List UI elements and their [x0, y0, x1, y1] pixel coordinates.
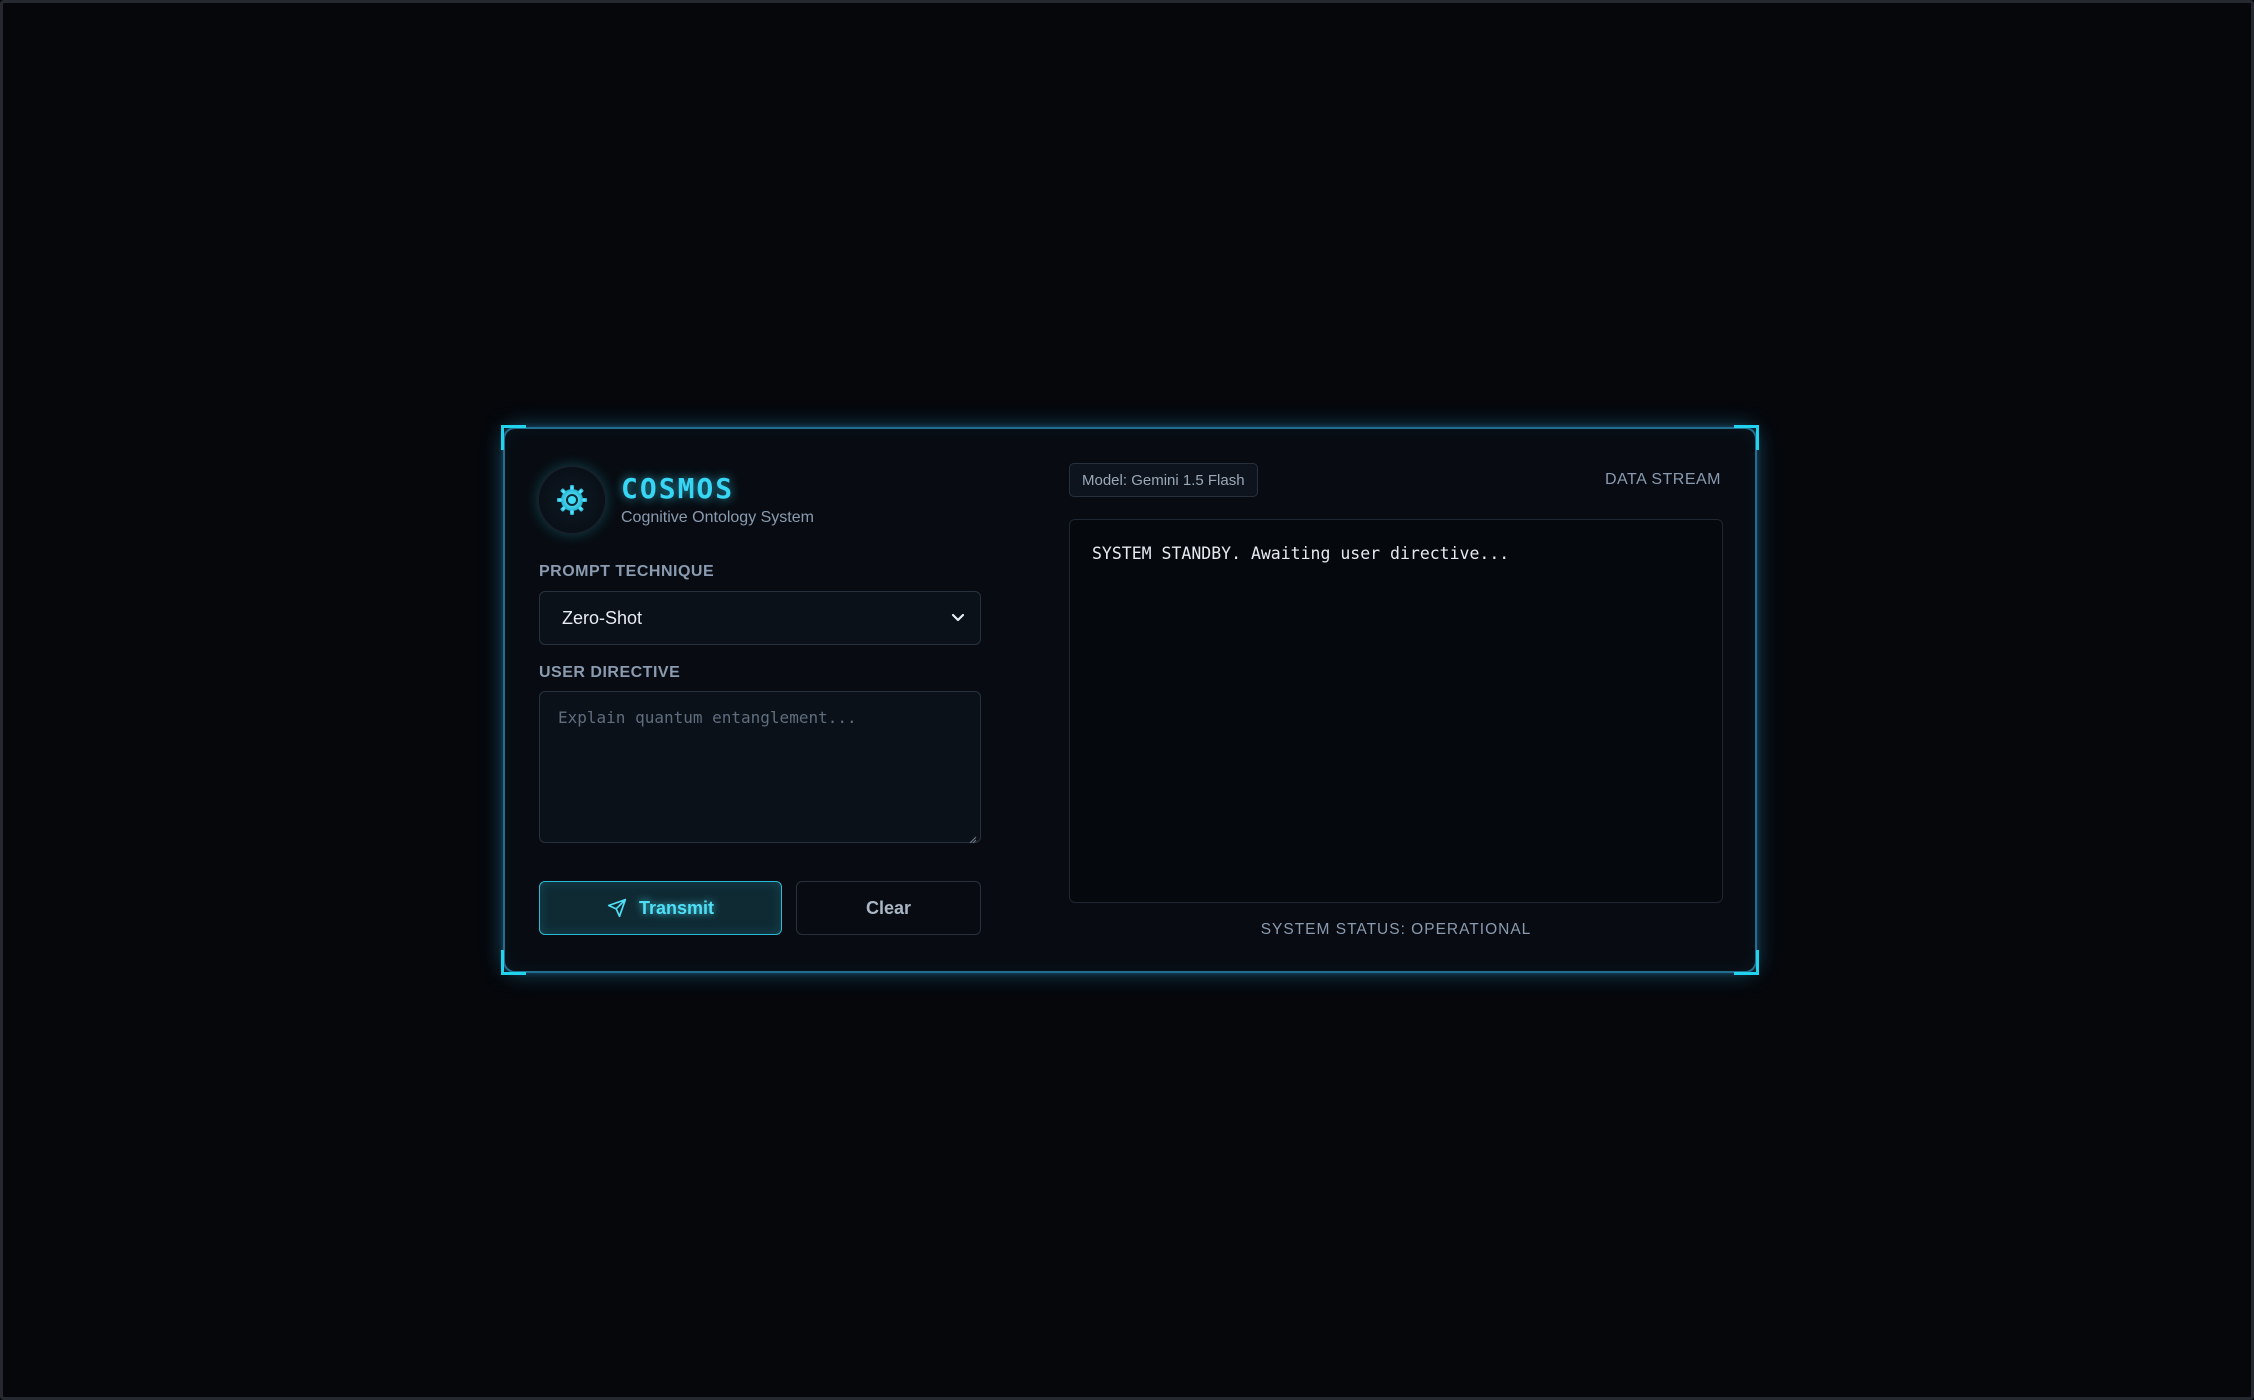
- technique-label: PROMPT TECHNIQUE: [539, 563, 715, 580]
- output-text: SYSTEM STANDBY. Awaiting user directive.…: [1092, 544, 1510, 563]
- app-title: COSMOS: [621, 472, 735, 505]
- corner-bracket-top-left: [501, 425, 526, 450]
- transmit-label: Transmit: [638, 897, 715, 918]
- app-subtitle: Cognitive Ontology System: [621, 509, 814, 526]
- resize-grip-icon[interactable]: [967, 829, 977, 844]
- chevron-down-icon: [950, 610, 966, 626]
- send-icon: [607, 898, 627, 918]
- corner-bracket-bottom-right: [1734, 950, 1759, 975]
- output-console[interactable]: SYSTEM STANDBY. Awaiting user directive.…: [1069, 519, 1723, 903]
- technique-select[interactable]: Zero-Shot: [539, 591, 981, 645]
- clear-button[interactable]: Clear: [796, 881, 981, 935]
- directive-label: USER DIRECTIVE: [539, 664, 681, 681]
- cosmos-panel: COSMOS Cognitive Ontology System PROMPT …: [501, 425, 1759, 975]
- corner-bracket-bottom-left: [501, 950, 526, 975]
- model-badge: Model: Gemini 1.5 Flash: [1069, 463, 1258, 497]
- brand-header: COSMOS Cognitive Ontology System: [539, 467, 814, 533]
- directive-textarea[interactable]: Explain quantum entanglement...: [539, 691, 981, 844]
- data-stream-label: DATA STREAM: [1604, 471, 1721, 488]
- system-status: SYSTEM STATUS: OPERATIONAL: [1260, 921, 1532, 938]
- directive-placeholder: Explain quantum entanglement...: [558, 708, 857, 727]
- technique-selected-value: Zero-Shot: [562, 607, 643, 628]
- gear-icon: [539, 467, 605, 533]
- transmit-button[interactable]: Transmit: [539, 881, 782, 935]
- clear-label: Clear: [865, 897, 912, 918]
- corner-bracket-top-right: [1734, 425, 1759, 450]
- app-viewport: COSMOS Cognitive Ontology System PROMPT …: [0, 0, 2254, 1400]
